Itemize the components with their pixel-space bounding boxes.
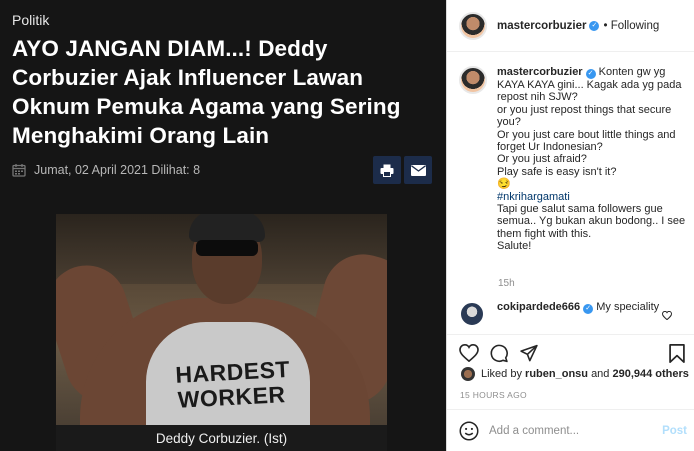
header-username[interactable]: mastercorbuzier — [497, 20, 586, 32]
post-actions-bar — [447, 334, 694, 370]
article-meta: Jumat, 02 April 2021 Dilihat: 8 — [12, 161, 200, 179]
verified-badge-icon: ✓ — [583, 304, 594, 314]
comment-text: cokipardede666 ✓ My speciality — [497, 301, 659, 314]
comment-input[interactable]: Add a comment... — [489, 425, 579, 437]
caption-line: Play safe is easy isn't it? — [497, 165, 617, 178]
post-timestamp[interactable]: 15 HOURS AGO — [460, 390, 527, 400]
print-icon — [380, 164, 394, 177]
article-photo: HARDEST WORKER — [56, 214, 387, 425]
post-caption-comment: mastercorbuzier ✓ Konten gw yg KAYA KAYA … — [459, 66, 691, 253]
article-category[interactable]: Politik — [12, 12, 49, 28]
calendar-icon — [12, 164, 26, 177]
caption-timestamp[interactable]: 15h — [498, 278, 515, 289]
comment-body: My speciality — [596, 301, 660, 313]
like-heart-icon[interactable] — [459, 344, 479, 362]
photo-cap — [189, 214, 265, 242]
likes-joiner: and — [591, 368, 610, 380]
caption-text: mastercorbuzier ✓ Konten gw yg KAYA KAYA … — [497, 66, 691, 253]
following-status[interactable]: • Following — [603, 20, 659, 32]
avatar[interactable] — [459, 11, 487, 40]
post-header: mastercorbuzier ✓ • Following — [447, 0, 694, 52]
avatar[interactable] — [459, 301, 485, 327]
liker-username[interactable]: ruben_onsu — [525, 368, 588, 380]
photo-shirt-text: HARDEST WORKER — [174, 355, 291, 413]
caption-username[interactable]: mastercorbuzier — [497, 66, 583, 78]
likes-prefix: Liked by — [481, 368, 522, 380]
post-comment-button[interactable]: Post — [662, 425, 687, 437]
avatar — [461, 367, 475, 381]
instagram-post-panel: mastercorbuzier ✓ • Following mastercorb… — [446, 0, 694, 451]
email-share-button[interactable] — [404, 156, 432, 184]
comment-bubble-icon[interactable] — [489, 344, 509, 363]
likes-summary[interactable]: Liked by ruben_onsu and 290,944 others — [461, 367, 689, 381]
mail-icon — [410, 164, 426, 176]
add-comment-bar: Add a comment... Post — [447, 409, 694, 451]
photo-sunglasses — [196, 240, 258, 256]
likes-count[interactable]: 290,944 others — [612, 368, 688, 380]
smirk-emoji: 😏 — [497, 178, 511, 191]
article-date: Jumat, 02 April 2021 Dilihat: 8 — [34, 163, 201, 177]
hashtag-link[interactable]: #nkrihargamati — [497, 191, 570, 203]
caption-line: Salute! — [497, 240, 532, 253]
verified-badge-icon: ✓ — [589, 20, 600, 31]
avatar[interactable] — [459, 66, 487, 94]
news-article-panel: Politik AYO JANGAN DIAM...! Deddy Corbuz… — [0, 0, 446, 451]
share-send-icon[interactable] — [519, 344, 539, 363]
photo-caption: Deddy Corbuzier. (Ist) — [56, 425, 387, 451]
verified-badge-icon: ✓ — [585, 69, 596, 79]
caption-line: Or you just care bout little things and … — [497, 128, 676, 154]
article-headline: AYO JANGAN DIAM...! Deddy Corbuzier Ajak… — [12, 36, 401, 148]
emoji-icon[interactable] — [459, 421, 479, 441]
caption-line: Or you just afraid? — [497, 153, 587, 166]
caption-line: Tapi gue salut sama followers gue semua.… — [497, 203, 686, 240]
comment-username[interactable]: cokipardede666 — [497, 301, 580, 313]
print-button[interactable] — [373, 156, 401, 184]
caption-line: or you just repost things that secure yo… — [497, 103, 672, 129]
comment-like-heart-icon[interactable] — [662, 311, 672, 320]
comment-row: cokipardede666 ✓ My speciality — [459, 301, 691, 327]
bookmark-icon[interactable] — [669, 344, 685, 363]
